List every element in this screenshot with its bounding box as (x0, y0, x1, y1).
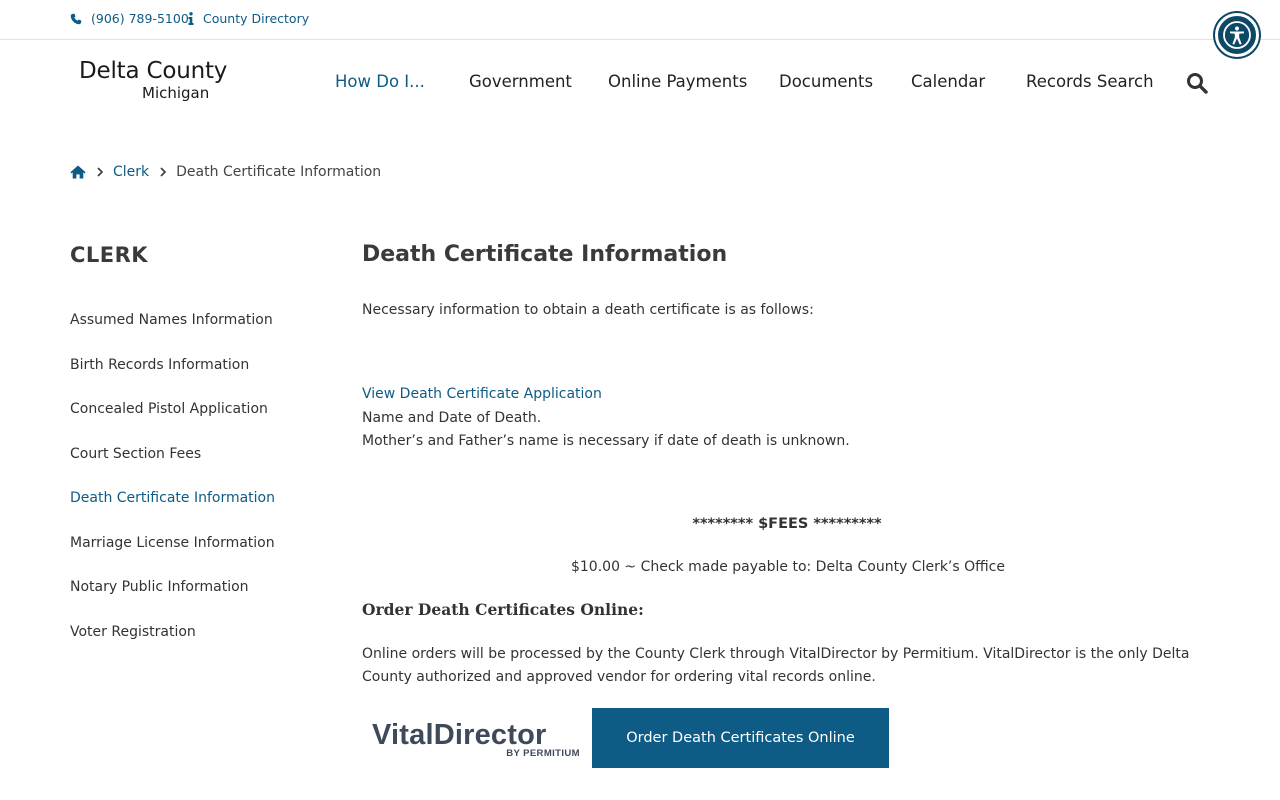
sidebar-item-birth-records[interactable]: Birth Records Information (70, 343, 333, 388)
sidebar-item-notary-public[interactable]: Notary Public Information (70, 565, 333, 610)
search-icon (1187, 73, 1208, 94)
accessibility-button[interactable] (1215, 13, 1259, 57)
nav-documents[interactable]: Documents (779, 72, 873, 91)
intro-text: Necessary information to obtain a death … (362, 302, 814, 318)
nav-online-payments[interactable]: Online Payments (608, 72, 747, 91)
sidebar-item-death-certificate[interactable]: Death Certificate Information (70, 476, 333, 521)
sidebar-list: Assumed Names Information Birth Records … (70, 298, 333, 654)
page-title: Death Certificate Information (362, 242, 728, 267)
nav-government[interactable]: Government (469, 72, 572, 91)
sidebar-item-voter-registration[interactable]: Voter Registration (70, 610, 333, 655)
search-button[interactable] (1186, 72, 1208, 98)
nav-calendar[interactable]: Calendar (911, 72, 985, 91)
requirement-line-1: Name and Date of Death. (362, 410, 542, 426)
accessibility-icon (1223, 21, 1251, 49)
fees-heading: ******** $FEES ********* (692, 516, 882, 532)
fees-detail: $10.00 ~ Check made payable to: Delta Co… (570, 559, 1005, 575)
nav-records-search[interactable]: Records Search (1026, 72, 1154, 91)
phone-number: (906) 789-5100 (91, 11, 189, 26)
chevron-right-icon (97, 167, 103, 177)
county-directory-label: County Directory (203, 11, 310, 26)
sidebar-item-marriage-license[interactable]: Marriage License Information (70, 521, 333, 566)
county-directory-link[interactable]: County Directory (188, 11, 309, 26)
utility-bar: (906) 789-5100 County Directory (0, 0, 1280, 40)
logo-title: Delta County (79, 58, 228, 84)
vendor-logo-main: VitalDirector (372, 719, 547, 751)
sidebar-item-concealed-pistol[interactable]: Concealed Pistol Application (70, 387, 333, 432)
sidebar-title: CLERK (70, 243, 149, 267)
order-online-heading: Order Death Certificates Online: (362, 600, 644, 619)
sidebar-item-court-section-fees[interactable]: Court Section Fees (70, 432, 333, 477)
order-online-text: Online orders will be processed by the C… (362, 646, 1190, 685)
requirement-line-2: Mother’s and Father’s name is necessary … (362, 433, 850, 449)
phone-link[interactable]: (906) 789-5100 (70, 11, 189, 26)
breadcrumb-home[interactable] (70, 165, 86, 179)
breadcrumb-current: Death Certificate Information (176, 164, 382, 180)
order-death-certificates-button[interactable]: Order Death Certificates Online (592, 708, 889, 768)
breadcrumb-clerk[interactable]: Clerk (113, 164, 149, 180)
sidebar-item-assumed-names[interactable]: Assumed Names Information (70, 298, 333, 343)
nav-how-do-i[interactable]: How Do I... (335, 72, 425, 91)
sidebar: CLERK Assumed Names Information Birth Re… (70, 242, 333, 654)
breadcrumb: Clerk Death Certificate Information (70, 164, 381, 180)
phone-icon (70, 13, 82, 24)
site-logo[interactable]: Delta County Michigan (79, 58, 229, 104)
vitaldirector-logo: VitalDirector BY PERMITIUM (372, 719, 582, 759)
view-application-link[interactable]: View Death Certificate Application (362, 383, 602, 406)
chevron-right-icon (160, 167, 167, 177)
vendor-logo-sub: BY PERMITIUM (506, 748, 580, 759)
info-icon (188, 12, 194, 25)
logo-subtitle: Michigan (142, 84, 210, 102)
home-icon (70, 165, 86, 179)
